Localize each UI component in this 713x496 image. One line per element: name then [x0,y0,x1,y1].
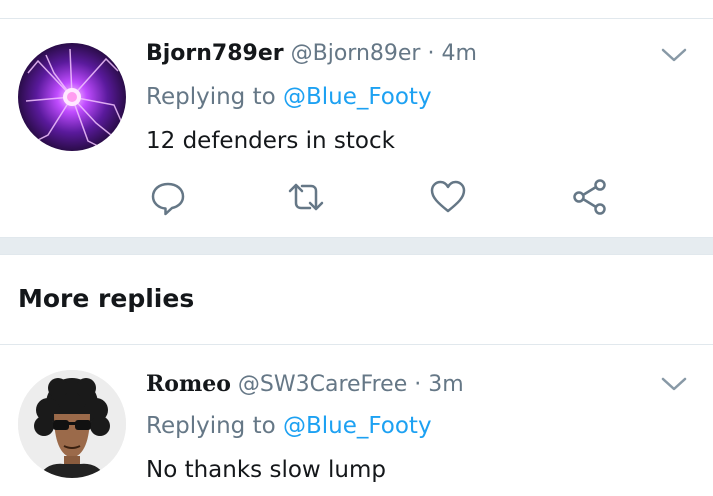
plasma-ball-icon [18,43,126,151]
tweet-actions [146,177,616,217]
tweet-header: Romeo @SW3CareFree · 3m [146,370,464,399]
tweet-header: Bjorn789er @Bjorn89er · 4m [146,40,477,68]
avatar[interactable] [18,43,126,151]
replying-prefix: Replying to [146,84,283,110]
section-gap [0,238,713,254]
chevron-down-icon[interactable] [660,45,688,65]
reply-icon[interactable] [148,177,188,217]
chevron-down-icon[interactable] [660,374,688,394]
mention-link[interactable]: @Blue_Footy [283,84,432,110]
tweet-text: No thanks slow lump [146,457,387,483]
replying-to-line: Replying to @Blue_Footy [146,82,432,112]
separator-dot: · [414,372,422,397]
retweet-icon[interactable] [286,177,326,217]
display-name[interactable]: Romeo [146,371,231,397]
replying-prefix: Replying to [146,413,283,439]
user-handle[interactable]: @Bjorn89er [291,41,421,66]
sunglasses-man-icon [18,370,126,478]
timestamp[interactable]: 4m [441,41,476,66]
display-name[interactable]: Bjorn789er [146,41,284,66]
more-replies-heading: More replies [18,284,195,313]
timestamp[interactable]: 3m [428,372,463,397]
tweet-romeo[interactable]: Romeo @SW3CareFree · 3m Replying to @Blu… [0,345,713,496]
replying-to-line: Replying to @Blue_Footy [146,411,432,441]
band-divider [0,254,713,255]
mention-link[interactable]: @Blue_Footy [283,413,432,439]
tweet-text: 12 defenders in stock [146,128,395,154]
avatar[interactable] [18,370,126,478]
like-icon[interactable] [428,177,468,217]
user-handle[interactable]: @SW3CareFree [238,372,407,397]
separator-dot: · [427,41,435,66]
tweet-bjorn[interactable]: Bjorn789er @Bjorn89er · 4m Replying to @… [0,0,713,238]
share-icon[interactable] [570,177,610,217]
